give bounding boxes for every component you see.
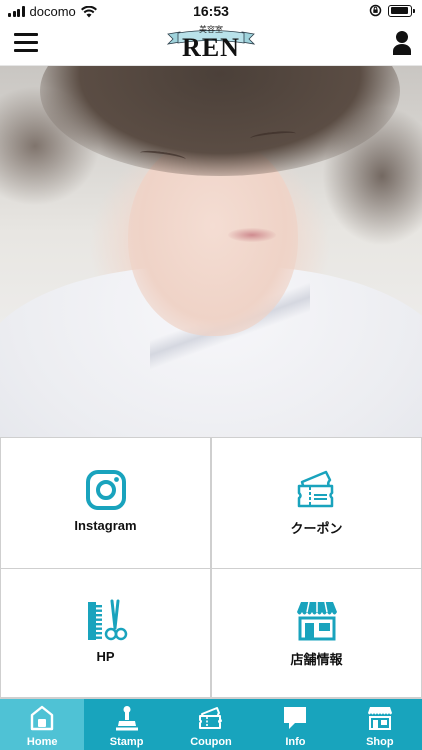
status-time: 16:53 <box>193 3 229 19</box>
tab-home[interactable]: Home <box>0 699 85 750</box>
menu-tile-coupon[interactable]: クーポン <box>212 438 421 568</box>
menu-grid: Instagram クーポン HP 店舗情報 <box>0 437 422 699</box>
battery-fill <box>390 7 408 14</box>
rotation-lock-icon <box>369 4 382 17</box>
hamburger-menu-button[interactable] <box>14 33 38 53</box>
coupon-tab-icon <box>199 707 223 729</box>
info-chat-icon <box>284 707 307 729</box>
hero-photo <box>0 66 422 437</box>
menu-bar <box>14 33 38 36</box>
menu-tile-label: クーポン <box>290 521 343 536</box>
tab-shop[interactable]: Shop <box>338 699 422 750</box>
bottom-tab-bar: Home Stamp Coupon Info Shop <box>0 699 422 750</box>
tab-label: Shop <box>366 736 394 748</box>
menu-tile-label: Instagram <box>74 518 137 533</box>
tab-label: Home <box>26 736 58 748</box>
menu-bar <box>14 41 38 44</box>
instagram-icon <box>85 470 126 510</box>
battery-icon <box>388 4 415 17</box>
user-icon <box>393 31 411 55</box>
status-bar: docomo 16:53 <box>0 0 422 22</box>
salon-logo[interactable]: 美容室 REN <box>166 23 256 65</box>
tab-label: Stamp <box>109 736 144 748</box>
user-profile-button[interactable] <box>392 30 412 56</box>
tab-label: Coupon <box>190 736 232 748</box>
coupon-icon <box>297 470 333 508</box>
stamp-icon <box>115 706 138 731</box>
menu-tile-store-info[interactable]: 店舗情報 <box>212 569 421 697</box>
logo-title: REN <box>182 33 240 62</box>
tab-stamp[interactable]: Stamp <box>84 699 168 750</box>
menu-bar <box>14 49 38 52</box>
photo-lips <box>228 228 276 242</box>
tab-label: Info <box>285 736 306 748</box>
tab-coupon[interactable]: Coupon <box>169 699 253 750</box>
tab-info[interactable]: Info <box>253 699 337 750</box>
menu-tile-hp[interactable]: HP <box>1 569 210 697</box>
menu-tile-label: 店舗情報 <box>290 652 343 667</box>
shop-icon <box>367 707 392 730</box>
app-header: 美容室 REN <box>0 22 422 66</box>
comb-scissors-icon <box>87 599 127 641</box>
menu-tile-label: HP <box>96 649 115 664</box>
home-icon <box>31 705 54 731</box>
status-right <box>369 4 415 17</box>
store-icon <box>296 601 337 641</box>
menu-tile-instagram[interactable]: Instagram <box>1 438 210 568</box>
